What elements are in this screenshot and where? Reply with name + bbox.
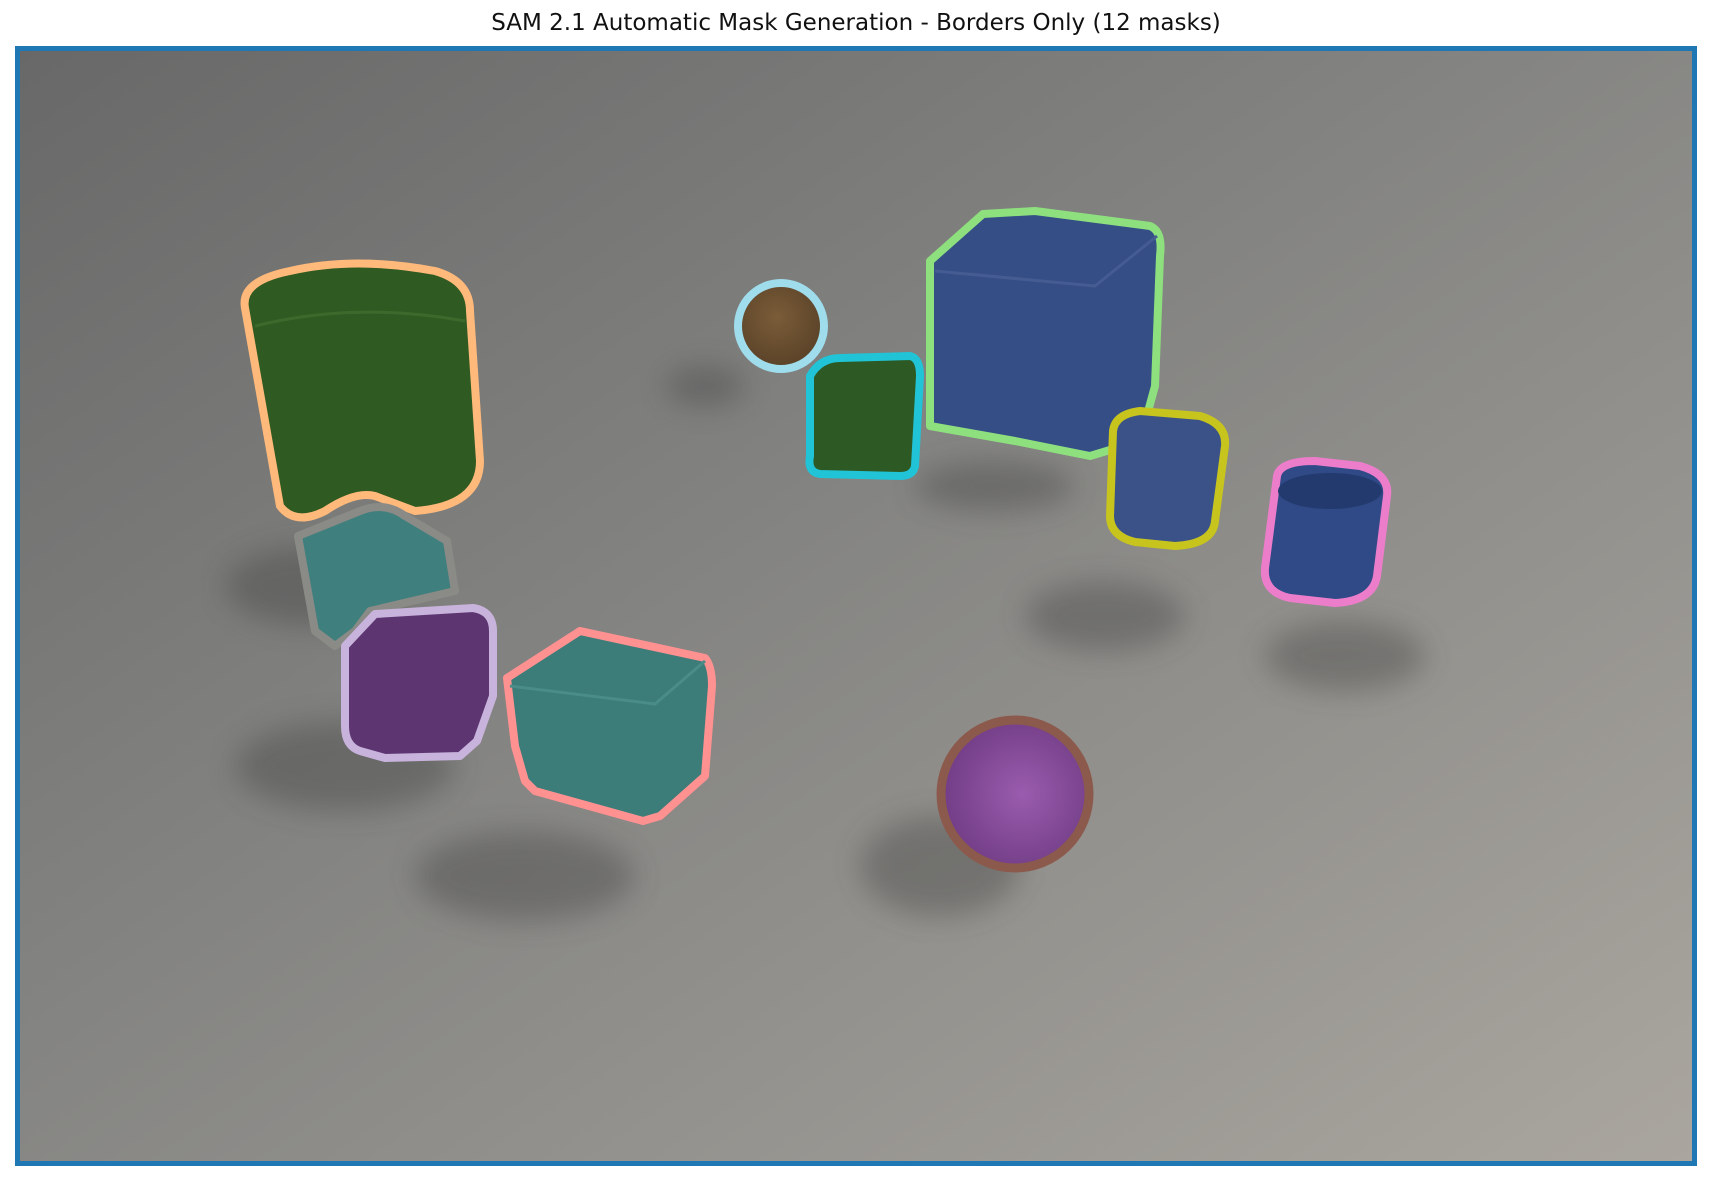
mask-green-cylinder bbox=[240, 259, 484, 522]
mask-brown-sphere bbox=[734, 279, 828, 373]
mask-teal-cube-large bbox=[503, 627, 716, 825]
mask-blue-cylinder-left bbox=[1106, 407, 1230, 550]
figure-title: SAM 2.1 Automatic Mask Generation - Bord… bbox=[491, 10, 1221, 36]
figure: SAM 2.1 Automatic Mask Generation - Bord… bbox=[0, 0, 1712, 1182]
mask-blue-cylinder-right bbox=[1260, 457, 1392, 607]
mask-purple-sphere bbox=[936, 715, 1094, 873]
mask-purple-cube bbox=[341, 604, 497, 762]
segmentation-image bbox=[15, 46, 1697, 1166]
mask-green-cube-small bbox=[805, 352, 924, 480]
